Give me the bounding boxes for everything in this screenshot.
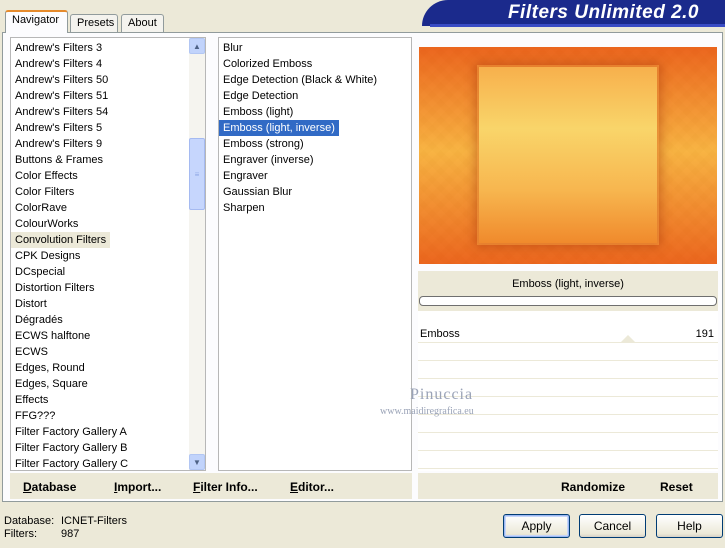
category-item[interactable]: Color Effects [11, 168, 78, 184]
category-item[interactable]: Edges, Square [11, 376, 88, 392]
cancel-button[interactable]: Cancel [579, 514, 646, 538]
param-row [418, 345, 718, 361]
category-item[interactable]: Andrew's Filters 9 [11, 136, 102, 152]
tab-navigator[interactable]: Navigator [5, 10, 68, 33]
randomize-button[interactable]: Randomize [561, 480, 625, 494]
category-item[interactable]: Andrew's Filters 3 [11, 40, 102, 56]
param-row [418, 453, 718, 469]
banner-title: Filters Unlimited 2.0 [507, 2, 699, 23]
category-item[interactable]: Filter Factory Gallery C [11, 456, 128, 470]
database-value: ICNET-Filters [61, 515, 127, 527]
category-item[interactable]: Distortion Filters [11, 280, 94, 296]
category-item[interactable]: Filter Factory Gallery A [11, 424, 127, 440]
category-item[interactable]: ECWS halftone [11, 328, 90, 344]
category-item[interactable]: Color Filters [11, 184, 74, 200]
category-item[interactable]: Edges, Round [11, 360, 85, 376]
help-button[interactable]: Help [656, 514, 723, 538]
param-slider-marker[interactable] [620, 335, 636, 343]
reset-button[interactable]: Reset [660, 480, 693, 494]
category-item[interactable]: FFG??? [11, 408, 55, 424]
category-item[interactable]: Convolution Filters [11, 232, 111, 248]
preview-filter-name: Emboss (light, inverse) [512, 278, 624, 290]
banner-stripe [430, 24, 725, 27]
param-row [418, 363, 718, 379]
category-item[interactable]: Andrew's Filters 5 [11, 120, 102, 136]
category-item[interactable]: Andrew's Filters 54 [11, 104, 108, 120]
filter-item[interactable]: Colorized Emboss [219, 56, 312, 72]
filter-item[interactable]: Engraver (inverse) [219, 152, 313, 168]
watermark-url: www.maidiregrafica.eu [380, 406, 474, 417]
category-item[interactable]: ECWS [11, 344, 48, 360]
param-row[interactable]: Emboss 191 [418, 327, 718, 343]
scroll-down-icon[interactable]: ▼ [189, 454, 205, 470]
filters-label: Filters: [4, 528, 37, 540]
param-slider-track[interactable] [464, 327, 680, 329]
filter-item[interactable]: Engraver [219, 168, 268, 184]
category-list[interactable]: Andrew's Filters 3 Andrew's Filters 4 Andr… [10, 37, 206, 471]
category-item[interactable]: Effects [11, 392, 48, 408]
filter-item[interactable]: Emboss (strong) [219, 136, 304, 152]
category-item[interactable]: CPK Designs [11, 248, 80, 264]
category-item[interactable]: Andrew's Filters 51 [11, 88, 108, 104]
filter-info-button[interactable]: Filter Info... [193, 480, 258, 494]
preview-image [419, 47, 717, 264]
database-label: Database: [4, 515, 55, 527]
param-label: Emboss [420, 328, 460, 340]
category-item[interactable]: Dégradés [11, 312, 63, 328]
category-item[interactable]: Distort [11, 296, 47, 312]
tab-about[interactable]: About [121, 14, 164, 32]
category-item[interactable]: ColourWorks [11, 216, 78, 232]
tab-presets[interactable]: Presets [70, 14, 118, 32]
filter-item[interactable]: Blur [219, 40, 243, 56]
filter-item[interactable]: Sharpen [219, 200, 265, 216]
filter-item[interactable]: Emboss (light) [219, 104, 293, 120]
filter-item[interactable]: Edge Detection (Black & White) [219, 72, 377, 88]
watermark-name: Pinuccia [410, 386, 474, 403]
filter-item[interactable]: Edge Detection [219, 88, 298, 104]
filters-count: 987 [61, 528, 80, 540]
import-button[interactable]: Import... [114, 480, 161, 494]
param-row [418, 435, 718, 451]
category-item[interactable]: Andrew's Filters 50 [11, 72, 108, 88]
apply-button[interactable]: Apply [503, 514, 570, 538]
database-button[interactable]: Database [23, 480, 76, 494]
category-scrollbar[interactable]: ▲ ≡ ▼ [189, 38, 205, 470]
filter-item[interactable]: Gaussian Blur [219, 184, 292, 200]
category-item[interactable]: Andrew's Filters 4 [11, 56, 102, 72]
category-item[interactable]: ColorRave [11, 200, 67, 216]
editor-button[interactable]: Editor... [290, 480, 334, 494]
category-item[interactable]: DCspecial [11, 264, 65, 280]
category-item[interactable]: Buttons & Frames [11, 152, 103, 168]
scroll-up-icon[interactable]: ▲ [189, 38, 205, 54]
filter-item[interactable]: Emboss (light, inverse) [219, 120, 339, 136]
param-row [418, 417, 718, 433]
scroll-thumb[interactable]: ≡ [189, 138, 205, 210]
category-item[interactable]: Filter Factory Gallery B [11, 440, 127, 456]
param-value: 191 [695, 328, 714, 340]
progress-bar [419, 296, 717, 306]
